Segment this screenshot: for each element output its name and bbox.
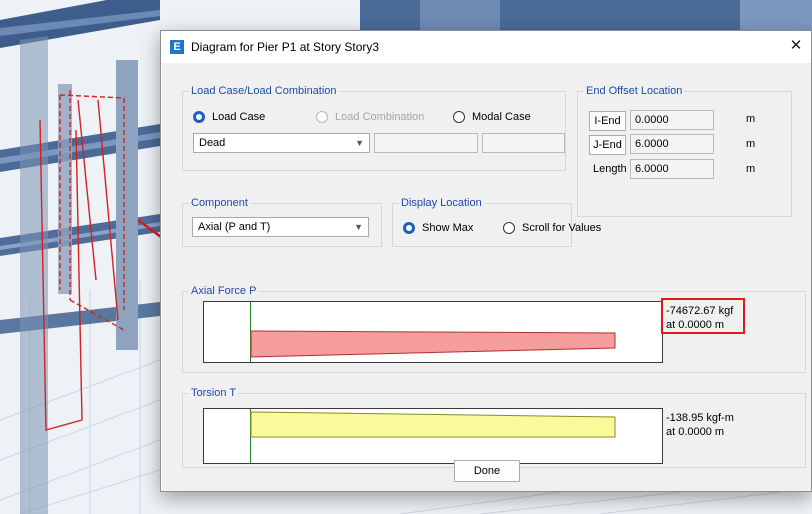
scroll-for-values-radio-label: Scroll for Values [522,222,602,234]
load-combination-radio-label: Load Combination [335,111,425,123]
length-label: Length [593,163,627,175]
length-field: 6.0000 [630,159,714,179]
component-select-value: Axial (P and T) [198,221,271,233]
load-case-radio-label: Load Case [212,111,266,123]
i-end-unit: m [746,113,756,125]
radio-empty-icon [503,222,515,234]
done-button[interactable]: Done [454,460,520,482]
title-bar: E Diagram for Pier P1 at Story Story3 ✕ [161,31,811,63]
torsion-value: -138.95 kgf-m [666,412,734,424]
component-select[interactable]: Axial (P and T) ▼ [192,217,369,237]
radio-empty-icon [453,111,465,123]
i-end-button[interactable]: I-End [589,111,626,131]
length-unit: m [746,163,756,175]
torsion-location: at 0.0000 m [666,426,725,438]
pier-diagram-dialog: E Diagram for Pier P1 at Story Story3 ✕ … [160,30,812,492]
radio-empty-icon [316,111,328,123]
load-case-group: Load Case/Load Combination Load Case Loa… [182,85,566,171]
component-group: Component Axial (P and T) ▼ [182,197,382,247]
component-group-title: Component [189,197,250,209]
torsion-group: Torsion T -138.95 kgf-m at 0.0000 m [182,387,806,468]
modal-case-radio[interactable]: Modal Case [453,111,531,123]
chevron-down-icon: ▼ [354,222,363,232]
show-max-radio-label: Show Max [422,222,474,234]
load-case-extra-field-2 [482,133,565,153]
chevron-down-icon: ▼ [355,138,364,148]
load-case-extra-field-1 [374,133,478,153]
radio-selected-icon [403,222,415,234]
torsion-result: -138.95 kgf-m at 0.0000 m [666,411,734,439]
j-end-field: 6.0000 [630,134,714,154]
display-location-group: Display Location Show Max Scroll for Val… [392,197,601,247]
axial-force-group-title: Axial Force P [189,285,259,297]
axial-force-diagram [203,301,663,363]
window-title: Diagram for Pier P1 at Story Story3 [191,40,380,54]
load-case-select[interactable]: Dead ▼ [193,133,370,153]
modal-case-radio-label: Modal Case [472,111,531,123]
etabs-app-icon: E [170,40,184,54]
load-combination-radio: Load Combination [316,111,424,123]
torsion-group-title: Torsion T [189,387,239,399]
axial-force-plot [250,330,616,358]
i-end-field: 0.0000 [630,110,714,130]
dialog-client: Load Case/Load Combination Load Case Loa… [162,63,811,491]
close-button[interactable]: ✕ [781,31,811,61]
end-offset-group-title: End Offset Location [584,85,685,97]
torsion-diagram [203,408,663,464]
torsion-fill [250,411,616,438]
load-case-group-title: Load Case/Load Combination [189,85,339,97]
j-end-unit: m [746,138,756,150]
torsion-plot [250,411,616,438]
display-location-group-title: Display Location [399,197,484,209]
radio-selected-icon [193,111,205,123]
end-offset-group: End Offset Location I-End 0.0000 m J-End… [577,85,792,217]
load-case-radio[interactable]: Load Case [193,111,265,123]
scroll-for-values-radio[interactable]: Scroll for Values [503,222,601,234]
axial-force-group: Axial Force P -74672.67 kgf at 0.0000 m [182,285,806,373]
show-max-radio[interactable]: Show Max [403,222,473,234]
highlight-box [661,298,745,334]
load-case-select-value: Dead [199,137,226,149]
j-end-button[interactable]: J-End [589,135,626,155]
axial-force-fill [250,330,616,358]
